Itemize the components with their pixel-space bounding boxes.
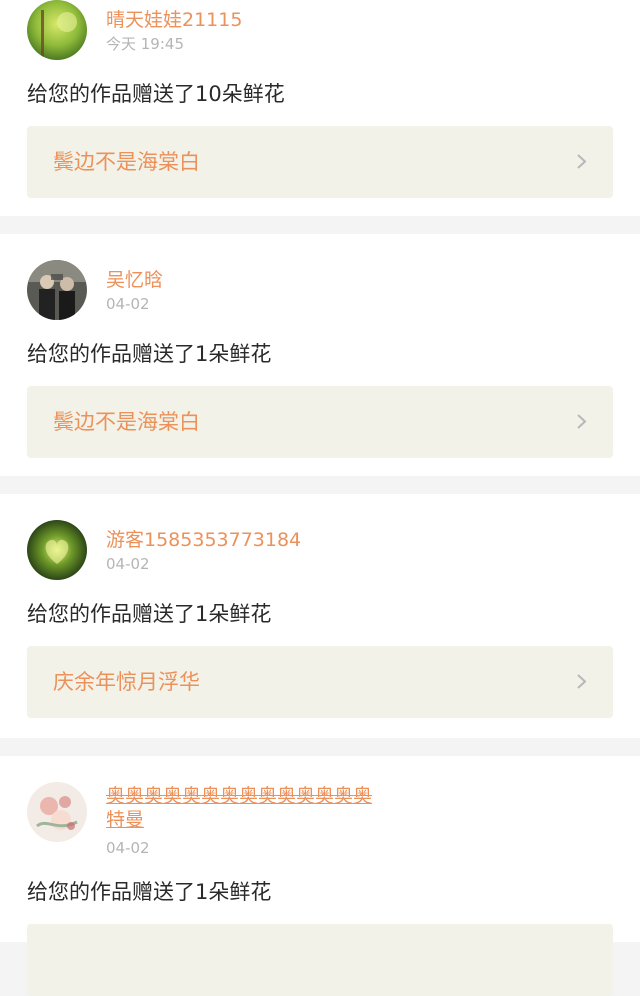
username[interactable]: 游客1585353773184 <box>106 528 301 552</box>
gift-message: 给您的作品赠送了1朵鲜花 <box>27 342 272 366</box>
work-link[interactable]: 鬓边不是海棠白 <box>27 386 613 458</box>
notification-card: 游客1585353773184 04-02 给您的作品赠送了1朵鲜花 庆余年惊月… <box>0 494 640 738</box>
work-link[interactable]: 鬓边不是海棠白 <box>27 126 613 198</box>
notification-card: 吴忆晗 04-02 给您的作品赠送了1朵鲜花 鬓边不是海棠白 <box>0 234 640 476</box>
timestamp: 04-02 <box>106 295 150 313</box>
chevron-right-icon <box>577 674 587 689</box>
gift-message: 给您的作品赠送了1朵鲜花 <box>27 602 272 626</box>
timestamp: 今天 19:45 <box>106 35 184 53</box>
timestamp: 04-02 <box>106 839 150 857</box>
notification-card: 奥奥奥奥奥奥奥奥奥奥奥奥奥奥 特曼 04-02 给您的作品赠送了1朵鲜花 <box>0 756 640 996</box>
work-title: 鬓边不是海棠白 <box>53 150 200 174</box>
chevron-right-icon <box>577 414 587 429</box>
chevron-right-icon <box>577 154 587 169</box>
notification-card: 晴天娃娃21115 今天 19:45 给您的作品赠送了10朵鲜花 鬓边不是海棠白 <box>0 0 640 216</box>
username[interactable]: 奥奥奥奥奥奥奥奥奥奥奥奥奥奥 特曼 <box>106 784 372 832</box>
timestamp: 04-02 <box>106 555 150 573</box>
avatar[interactable] <box>27 0 87 60</box>
username-line-1: 奥奥奥奥奥奥奥奥奥奥奥奥奥奥 <box>106 785 373 807</box>
gift-message: 给您的作品赠送了10朵鲜花 <box>27 82 285 106</box>
work-title: 庆余年惊月浮华 <box>53 670 200 694</box>
username[interactable]: 晴天娃娃21115 <box>106 8 242 32</box>
work-link[interactable] <box>27 924 613 996</box>
avatar[interactable] <box>27 520 87 580</box>
gift-message: 给您的作品赠送了1朵鲜花 <box>27 880 272 904</box>
username-line-2: 特曼 <box>106 809 145 831</box>
avatar[interactable] <box>27 782 87 842</box>
avatar[interactable] <box>27 260 87 320</box>
username[interactable]: 吴忆晗 <box>106 268 163 292</box>
work-title: 鬓边不是海棠白 <box>53 410 200 434</box>
work-link[interactable]: 庆余年惊月浮华 <box>27 646 613 718</box>
